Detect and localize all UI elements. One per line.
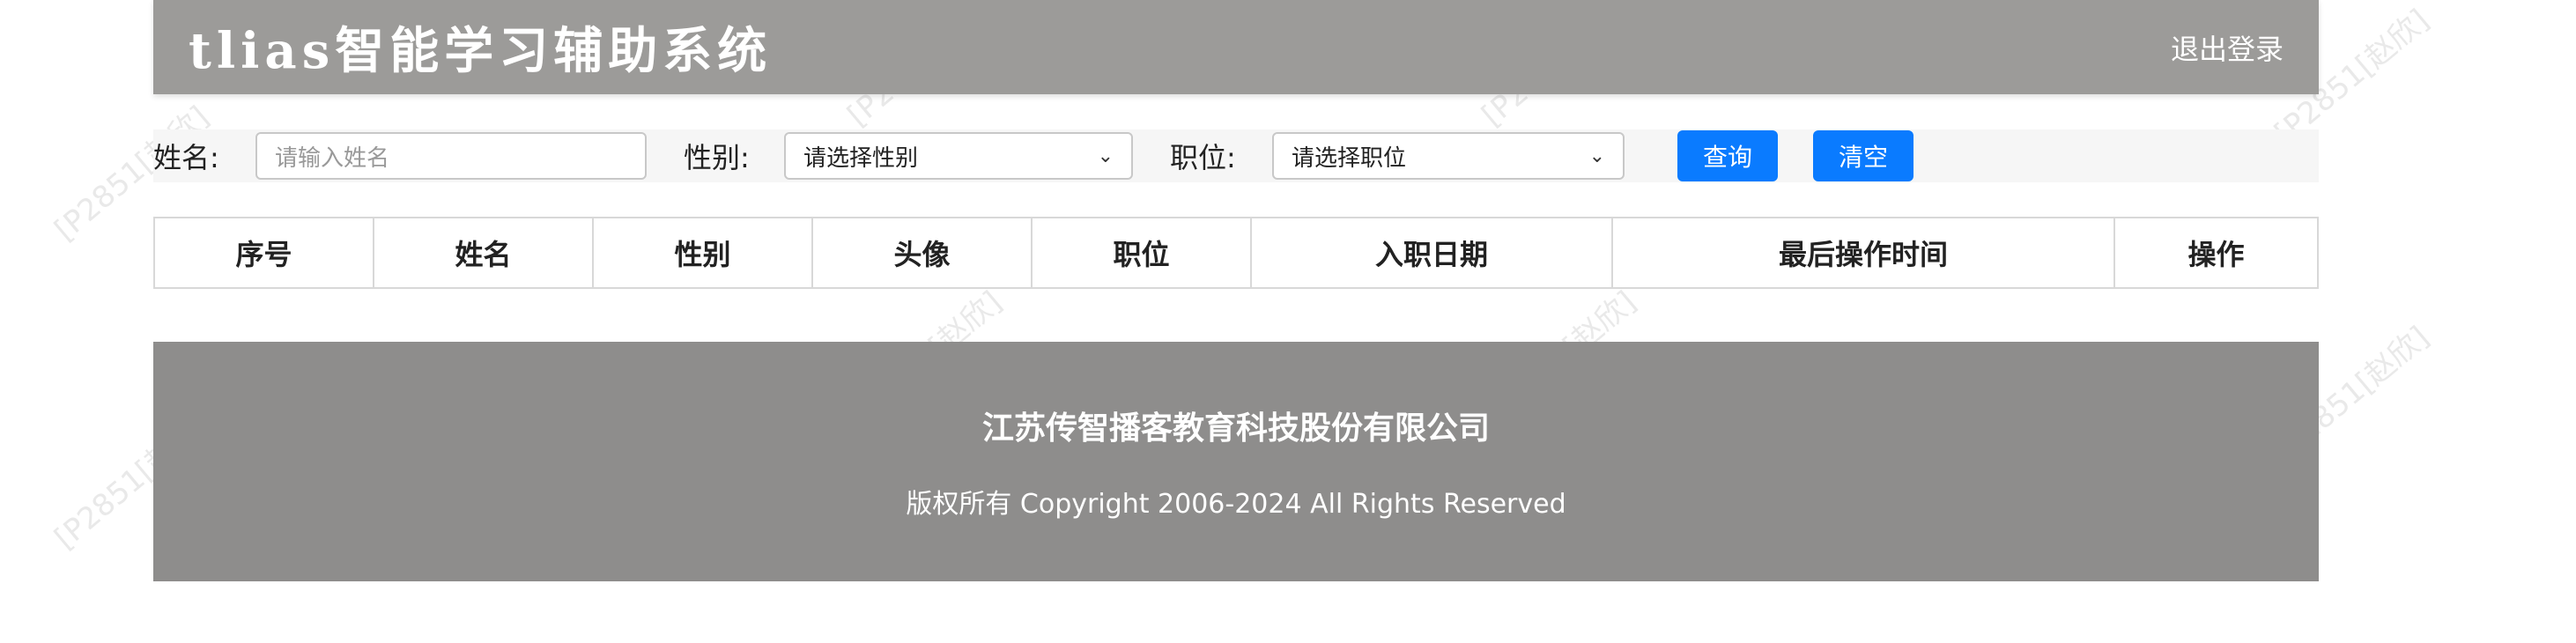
gender-select-value: 请选择性别 xyxy=(803,144,919,172)
employee-table-header: 序号 姓名 性别 头像 职位 入职日期 最后操作时间 操作 xyxy=(153,217,2319,289)
chevron-down-icon: ⌄ xyxy=(1588,144,1605,167)
query-button[interactable]: 查询 xyxy=(1677,130,1778,181)
job-select[interactable]: 请选择职位 ⌄ xyxy=(1272,132,1625,180)
column-header: 姓名 xyxy=(374,218,594,287)
clear-button[interactable]: 清空 xyxy=(1813,130,1913,181)
gender-label: 性别: xyxy=(684,141,750,174)
footer: 江苏传智播客教育科技股份有限公司 版权所有 Copyright 2006-202… xyxy=(153,342,2319,581)
name-input-placeholder: 请输入姓名 xyxy=(275,144,390,172)
company-name: 江苏传智播客教育科技股份有限公司 xyxy=(981,410,1490,447)
name-input[interactable]: 请输入姓名 xyxy=(255,132,647,180)
column-header: 职位 xyxy=(1033,218,1252,287)
name-label: 姓名: xyxy=(153,141,219,174)
page-container: tlias智能学习辅助系统 退出登录 姓名: 请输入姓名 性别: 请选择性别 ⌄… xyxy=(153,0,2319,581)
column-header: 序号 xyxy=(155,218,374,287)
search-bar: 姓名: 请输入姓名 性别: 请选择性别 ⌄ 职位: 请选择职位 ⌄ 查询 清空 xyxy=(153,129,2319,182)
header: tlias智能学习辅助系统 退出登录 xyxy=(153,0,2319,94)
gender-select[interactable]: 请选择性别 ⌄ xyxy=(784,132,1133,180)
chevron-down-icon: ⌄ xyxy=(1097,144,1114,167)
column-header: 最后操作时间 xyxy=(1613,218,2115,287)
job-label: 职位: xyxy=(1170,141,1236,174)
job-select-value: 请选择职位 xyxy=(1292,144,1407,172)
column-header: 头像 xyxy=(813,218,1033,287)
copyright-text: 版权所有 Copyright 2006-2024 All Rights Rese… xyxy=(906,489,1566,520)
app-title: tlias智能学习辅助系统 xyxy=(189,22,773,80)
logout-link[interactable]: 退出登录 xyxy=(2171,27,2284,68)
column-header: 入职日期 xyxy=(1252,218,1613,287)
column-header: 操作 xyxy=(2187,238,2245,271)
column-header: 性别 xyxy=(594,218,813,287)
